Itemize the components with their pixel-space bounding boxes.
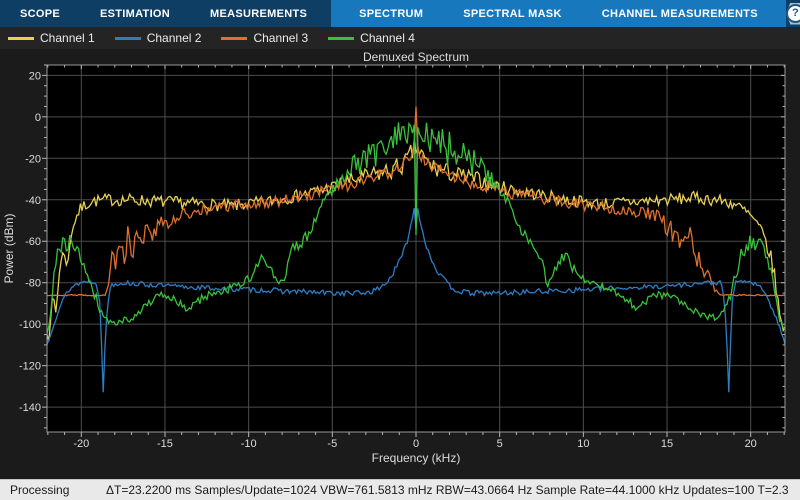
legend-swatch-channel-1	[8, 36, 34, 40]
legend-swatch-channel-3	[221, 36, 248, 40]
legend-item-channel-3[interactable]: Channel 3	[221, 31, 308, 45]
legend-item-channel-2[interactable]: Channel 2	[114, 31, 202, 45]
x-tick-label: -20	[73, 438, 89, 450]
help-button[interactable]: ?	[785, 2, 800, 25]
y-tick-label: -120	[19, 361, 41, 373]
x-axis-label: Frequency (kHz)	[372, 451, 461, 465]
x-tick-label: 5	[497, 438, 503, 450]
legend-swatch-channel-2	[114, 36, 141, 40]
tab-spectral-mask[interactable]: SPECTRAL MASK	[443, 0, 581, 27]
status-bar: Processing ΔT=23.2200 ms Samples/Update=…	[0, 479, 800, 500]
status-stats: ΔT=23.2200 ms Samples/Update=1024 VBW=76…	[106, 483, 789, 497]
legend-label-channel-2: Channel 2	[146, 31, 202, 45]
tab-measurements[interactable]: MEASUREMENTS	[190, 0, 327, 27]
x-tick-label: 15	[661, 438, 673, 450]
x-tick-label: -5	[327, 438, 337, 450]
x-tick-label: 0	[413, 438, 419, 450]
legend-swatch-channel-4	[328, 36, 355, 40]
y-axis-label: Power (dBm)	[2, 213, 16, 283]
legend-strip: Channel 1 Channel 2 Channel 3 Channel 4	[0, 27, 800, 49]
x-tick-label: -15	[157, 438, 173, 450]
y-tick-label: -60	[25, 236, 41, 248]
legend-label-channel-4: Channel 4	[360, 31, 415, 45]
toolbar-context-group: SPECTRUM SPECTRAL MASK CHANNEL MEASUREME…	[331, 0, 786, 27]
legend-item-channel-4[interactable]: Channel 4	[328, 31, 415, 45]
y-tick-label: -40	[25, 195, 41, 207]
legend-label-channel-3: Channel 3	[253, 31, 309, 45]
x-tick-label: 10	[577, 438, 589, 450]
x-tick-label: 20	[745, 438, 757, 450]
status-state: Processing	[10, 483, 70, 497]
y-tick-label: -140	[19, 402, 41, 414]
y-tick-label: -80	[25, 278, 41, 290]
y-tick-label: -100	[19, 319, 41, 331]
y-tick-label: 0	[35, 112, 41, 124]
spectrum-plot-svg: Demuxed Spectrum -20 -15 -10 -5 0 5 10 15 20 20 0 -2…	[2, 50, 786, 465]
tab-spectrum[interactable]: SPECTRUM	[339, 0, 443, 27]
spectrum-analyzer-window: SCOPE ESTIMATION MEASUREMENTS SPECTRUM S…	[0, 0, 800, 500]
legend-item-channel-1[interactable]: Channel 1	[8, 31, 95, 45]
toolbar: SCOPE ESTIMATION MEASUREMENTS SPECTRUM S…	[0, 0, 800, 27]
tab-channel-measurements[interactable]: CHANNEL MEASUREMENTS	[582, 0, 778, 27]
y-tick-label: 20	[29, 70, 41, 82]
y-tick-label: -20	[25, 153, 41, 165]
x-tick-label: -10	[241, 438, 257, 450]
legend-label-channel-1: Channel 1	[40, 31, 95, 45]
tab-scope[interactable]: SCOPE	[0, 0, 80, 27]
tab-estimation[interactable]: ESTIMATION	[80, 0, 190, 27]
question-icon: ?	[785, 4, 800, 23]
plot-title: Demuxed Spectrum	[363, 50, 469, 64]
figure-area[interactable]: Demuxed Spectrum -20 -15 -10 -5 0 5 10 15 20 20 0 -2…	[0, 49, 800, 479]
